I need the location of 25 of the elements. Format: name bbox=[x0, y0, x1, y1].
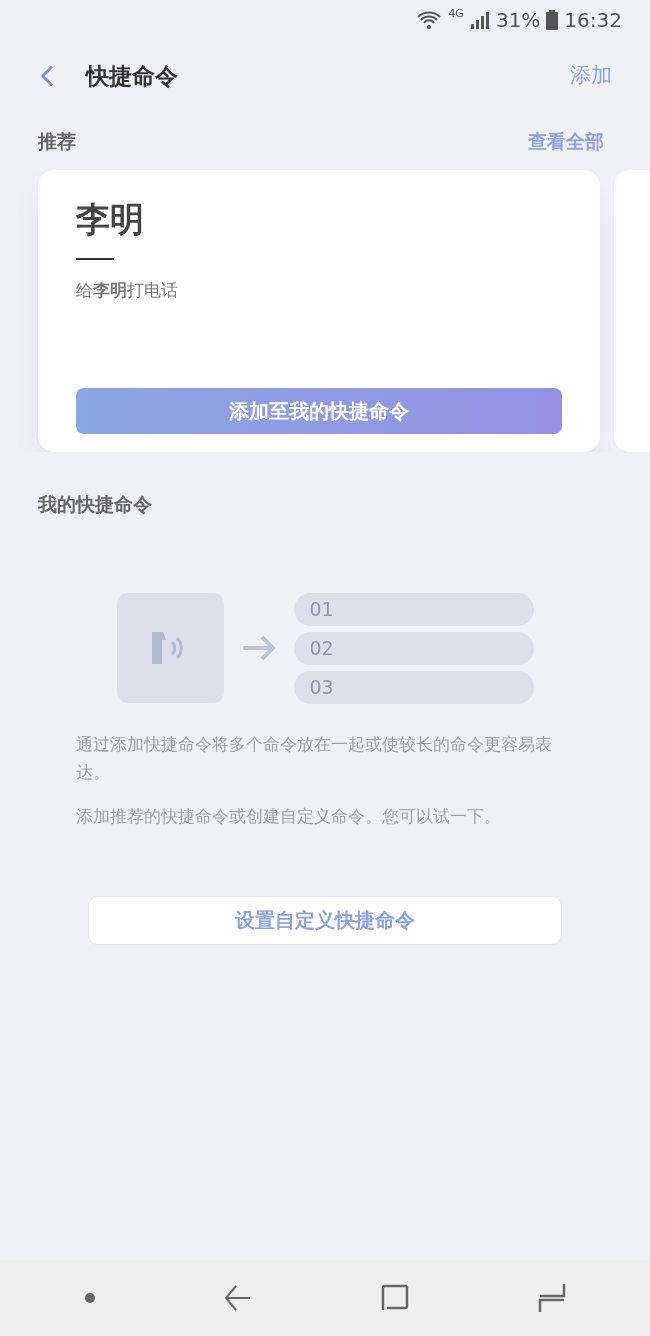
battery-percent: 31% bbox=[495, 7, 541, 34]
description-text: 通过添加快捷命令将多个命令放在一起或使较长的命令更容易表达。 bbox=[76, 732, 553, 784]
wifi-icon bbox=[416, 10, 443, 30]
add-button[interactable]: 添加 bbox=[570, 60, 612, 92]
card-title: 李明 bbox=[76, 202, 145, 236]
section-label: 推荐 bbox=[38, 128, 76, 154]
arrow-icon bbox=[241, 635, 276, 661]
step-pill: 01 bbox=[293, 592, 534, 626]
card-subtitle: 给李明打电话 bbox=[76, 279, 179, 302]
recents-icon[interactable] bbox=[537, 1284, 566, 1312]
network-label: 4G bbox=[448, 6, 464, 22]
step-pill: 03 bbox=[293, 670, 534, 704]
add-to-shortcuts-button[interactable]: 添加至我的快捷命令 bbox=[76, 388, 562, 434]
back-icon[interactable] bbox=[223, 1284, 252, 1312]
home-icon[interactable] bbox=[380, 1284, 409, 1312]
description-text: 添加推荐的快捷命令或创建自定义命令。您可以试一下。 bbox=[76, 804, 502, 828]
signal-icon bbox=[469, 11, 490, 29]
section-label: 我的快捷命令 bbox=[38, 492, 153, 517]
dot-icon[interactable] bbox=[84, 1293, 95, 1303]
clock: 16:32 bbox=[564, 7, 622, 34]
view-all-link[interactable]: 查看全部 bbox=[528, 126, 604, 156]
custom-shortcut-button[interactable]: 设置自定义快捷命令 bbox=[88, 895, 562, 945]
page-title: 快捷命令 bbox=[86, 61, 178, 91]
battery-icon bbox=[546, 10, 559, 30]
step-pill: 02 bbox=[293, 631, 534, 665]
